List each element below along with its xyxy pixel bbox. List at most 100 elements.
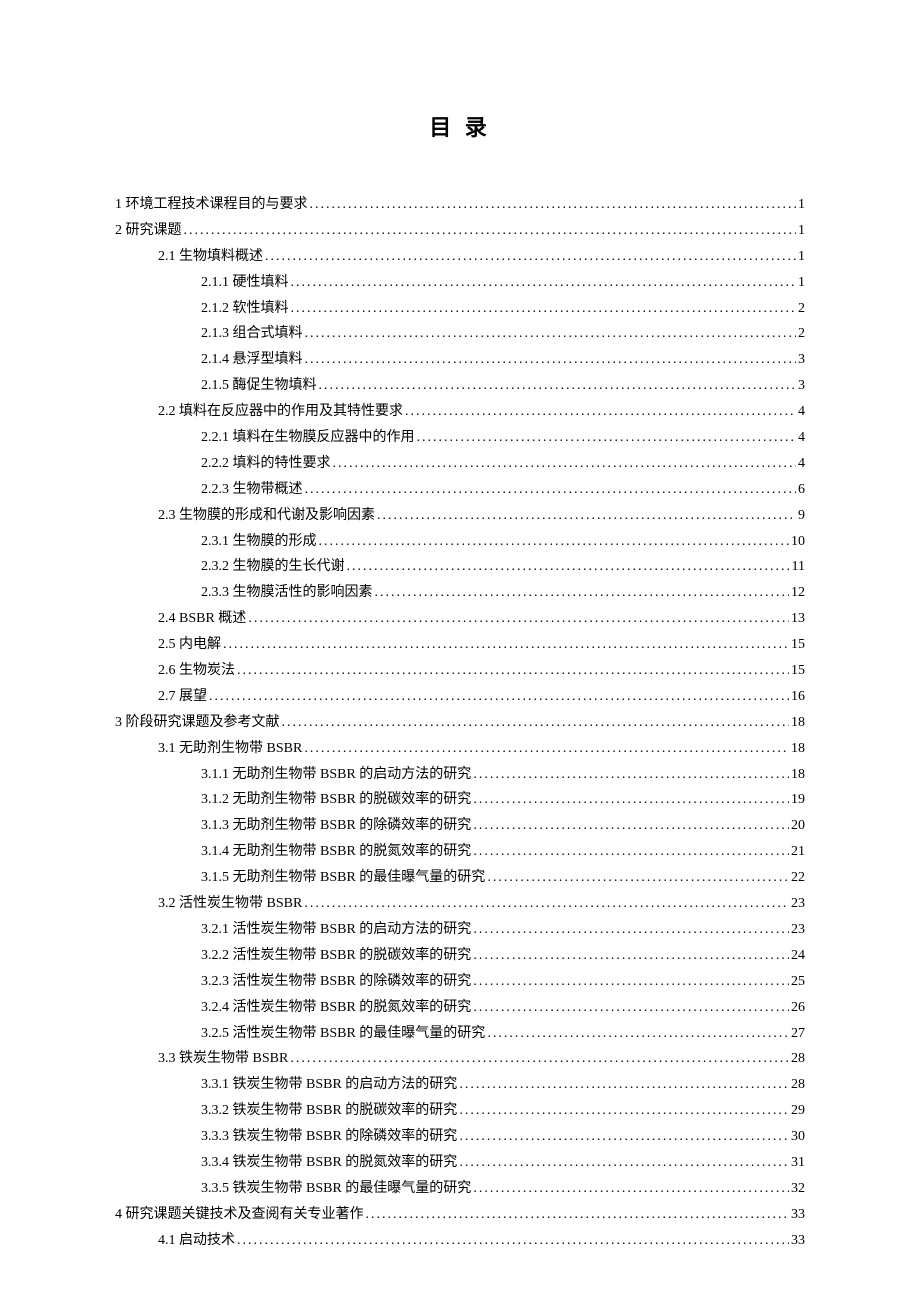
toc-entry-label: 3.2.4 活性炭生物带 BSBR 的脱氮效率的研究	[201, 995, 471, 1021]
toc-leader-dots	[248, 606, 789, 632]
toc-entry: 4.1 启动技术 33	[115, 1228, 805, 1254]
toc-entry-page: 3	[798, 347, 805, 373]
toc-entry-page: 3	[798, 373, 805, 399]
toc-entry-page: 19	[791, 787, 805, 813]
toc-entry-label: 2.2.1 填料在生物膜反应器中的作用	[201, 425, 415, 451]
toc-leader-dots	[473, 917, 789, 943]
toc-entry-page: 28	[791, 1046, 805, 1072]
toc-entry-label: 3.3.5 铁炭生物带 BSBR 的最佳曝气量的研究	[201, 1176, 471, 1202]
toc-leader-dots	[417, 425, 797, 451]
toc-entry-page: 10	[791, 529, 805, 555]
toc-entry-page: 33	[791, 1202, 805, 1228]
toc-entry: 2.3.3 生物膜活性的影响因素12	[115, 580, 805, 606]
toc-entry-label: 2.4 BSBR 概述	[158, 606, 246, 632]
toc-entry-page: 20	[791, 813, 805, 839]
toc-entry-label: 4.1 启动技术	[158, 1228, 235, 1254]
toc-entry: 3.2.3 活性炭生物带 BSBR 的除磷效率的研究 25	[115, 969, 805, 995]
toc-entry: 3.2 活性炭生物带 BSBR23	[115, 891, 805, 917]
toc-entry: 1 环境工程技术课程目的与要求 1	[115, 192, 805, 218]
toc-entry-label: 2 研究课题	[115, 218, 182, 244]
toc-entry: 2.1.3 组合式填料2	[115, 321, 805, 347]
toc-entry-label: 2.1.2 软性填料	[201, 296, 289, 322]
toc-leader-dots	[291, 296, 797, 322]
toc-entry-page: 30	[791, 1124, 805, 1150]
toc-leader-dots	[223, 632, 789, 658]
toc-entry-label: 2.2.2 填料的特性要求	[201, 451, 331, 477]
toc-entry-label: 2.3 生物膜的形成和代谢及影响因素	[158, 503, 375, 529]
toc-entry: 3.1.5 无助剂生物带 BSBR 的最佳曝气量的研究22	[115, 865, 805, 891]
toc-leader-dots	[473, 995, 789, 1021]
toc-leader-dots	[347, 554, 790, 580]
toc-entry-label: 1 环境工程技术课程目的与要求	[115, 192, 308, 218]
toc-entry-label: 3.2.1 活性炭生物带 BSBR 的启动方法的研究	[201, 917, 471, 943]
toc-entry-page: 28	[791, 1072, 805, 1098]
toc-entry: 3.3.2 铁炭生物带 BSBR 的脱碳效率的研究 29	[115, 1098, 805, 1124]
toc-entry-page: 23	[791, 917, 805, 943]
toc-leader-dots	[375, 580, 790, 606]
toc-entry: 3.1.3 无助剂生物带 BSBR 的除磷效率的研究20	[115, 813, 805, 839]
toc-entry-label: 2.2 填料在反应器中的作用及其特性要求	[158, 399, 403, 425]
page-title: 目 录	[115, 110, 805, 142]
toc-entry: 2.1 生物填料概述1	[115, 244, 805, 270]
toc-entry-label: 3.2.5 活性炭生物带 BSBR 的最佳曝气量的研究	[201, 1021, 485, 1047]
toc-entry-page: 1	[798, 192, 805, 218]
toc-leader-dots	[333, 451, 797, 477]
toc-entry: 3.1.4 无助剂生物带 BSBR 的脱氮效率的研究21	[115, 839, 805, 865]
toc-entry: 3.2.1 活性炭生物带 BSBR 的启动方法的研究 23	[115, 917, 805, 943]
toc-entry: 3.1.2 无助剂生物带 BSBR 的脱碳效率的研究19	[115, 787, 805, 813]
toc-entry-label: 2.3.2 生物膜的生长代谢	[201, 554, 345, 580]
toc-entry: 3.3.1 铁炭生物带 BSBR 的启动方法的研究28	[115, 1072, 805, 1098]
table-of-contents: 1 环境工程技术课程目的与要求12 研究课题12.1 生物填料概述12.1.1 …	[115, 192, 805, 1254]
toc-leader-dots	[473, 813, 789, 839]
toc-entry-page: 32	[791, 1176, 805, 1202]
toc-entry: 3.2.2 活性炭生物带 BSBR 的脱碳效率的研究 24	[115, 943, 805, 969]
toc-entry: 3.1 无助剂生物带 BSBR18	[115, 736, 805, 762]
toc-entry: 3.2.4 活性炭生物带 BSBR 的脱氮效率的研究 26	[115, 995, 805, 1021]
toc-entry: 2.2.2 填料的特性要求 4	[115, 451, 805, 477]
toc-entry-page: 23	[791, 891, 805, 917]
toc-entry-label: 3.2.3 活性炭生物带 BSBR 的除磷效率的研究	[201, 969, 471, 995]
toc-leader-dots	[305, 347, 797, 373]
toc-entry-page: 25	[791, 969, 805, 995]
toc-entry: 2.7 展望16	[115, 684, 805, 710]
toc-leader-dots	[290, 1046, 789, 1072]
toc-leader-dots	[237, 1228, 789, 1254]
toc-entry-page: 1	[798, 218, 805, 244]
toc-leader-dots	[473, 762, 789, 788]
toc-entry-label: 3.3.2 铁炭生物带 BSBR 的脱碳效率的研究	[201, 1098, 457, 1124]
toc-entry-label: 4 研究课题关键技术及查阅有关专业著作	[115, 1202, 364, 1228]
toc-entry-page: 6	[798, 477, 805, 503]
toc-entry: 2.1.2 软性填料 2	[115, 296, 805, 322]
toc-entry-label: 3 阶段研究课题及参考文献	[115, 710, 280, 736]
toc-entry: 2.4 BSBR 概述13	[115, 606, 805, 632]
toc-leader-dots	[265, 244, 796, 270]
toc-entry: 3.3.5 铁炭生物带 BSBR 的最佳曝气量的研究 32	[115, 1176, 805, 1202]
toc-leader-dots	[291, 270, 797, 296]
toc-entry: 3 阶段研究课题及参考文献18	[115, 710, 805, 736]
toc-entry-label: 2.1.4 悬浮型填料	[201, 347, 303, 373]
toc-entry-label: 3.3 铁炭生物带 BSBR	[158, 1046, 288, 1072]
toc-entry-page: 33	[791, 1228, 805, 1254]
toc-entry-page: 24	[791, 943, 805, 969]
toc-entry-page: 2	[798, 296, 805, 322]
toc-entry-page: 4	[798, 399, 805, 425]
toc-entry-page: 4	[798, 451, 805, 477]
toc-entry-page: 29	[791, 1098, 805, 1124]
toc-entry: 2.2.1 填料在生物膜反应器中的作用4	[115, 425, 805, 451]
toc-leader-dots	[304, 736, 789, 762]
toc-entry-label: 3.3.4 铁炭生物带 BSBR 的脱氮效率的研究	[201, 1150, 457, 1176]
toc-entry-label: 2.1.1 硬性填料	[201, 270, 289, 296]
toc-entry-label: 2.2.3 生物带概述	[201, 477, 303, 503]
toc-leader-dots	[304, 891, 789, 917]
toc-entry-page: 21	[791, 839, 805, 865]
toc-entry: 2.1.5 酶促生物填料3	[115, 373, 805, 399]
toc-leader-dots	[487, 1021, 789, 1047]
toc-entry: 2.2 填料在反应器中的作用及其特性要求 4	[115, 399, 805, 425]
toc-leader-dots	[459, 1124, 789, 1150]
toc-entry-page: 26	[791, 995, 805, 1021]
toc-entry-label: 3.2.2 活性炭生物带 BSBR 的脱碳效率的研究	[201, 943, 471, 969]
toc-entry-page: 22	[791, 865, 805, 891]
toc-leader-dots	[209, 684, 789, 710]
toc-entry-page: 18	[791, 736, 805, 762]
toc-leader-dots	[473, 839, 789, 865]
